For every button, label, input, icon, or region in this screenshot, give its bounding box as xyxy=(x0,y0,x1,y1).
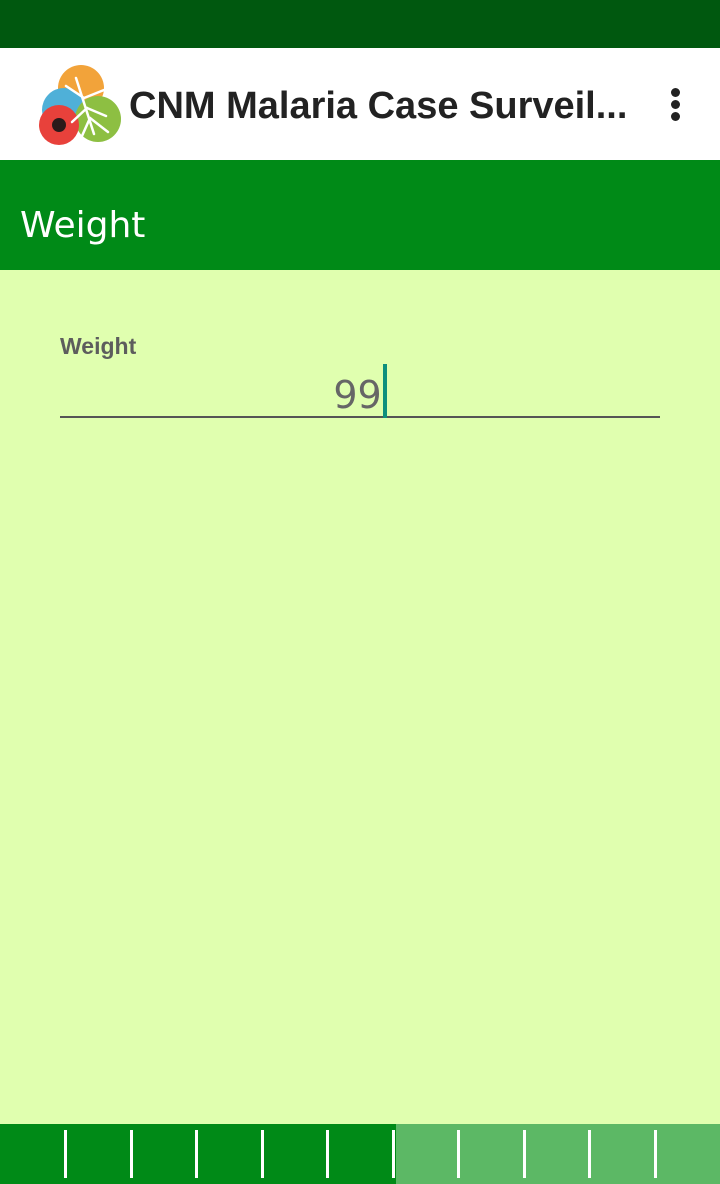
progress-segment-divider xyxy=(195,1130,198,1178)
app-bar: CNM Malaria Case Surveil... xyxy=(0,48,720,160)
weight-input[interactable]: 99 xyxy=(60,360,660,418)
progress-bar xyxy=(0,1124,720,1184)
progress-fill xyxy=(0,1124,396,1184)
app-title: CNM Malaria Case Surveil... xyxy=(129,85,628,127)
section-title: Weight xyxy=(20,205,146,246)
progress-segment-divider xyxy=(261,1130,264,1178)
status-bar xyxy=(0,0,720,48)
text-caret xyxy=(382,364,387,418)
weight-value-text: 99 xyxy=(333,373,382,417)
progress-segment-divider xyxy=(654,1130,657,1178)
progress-segment-divider xyxy=(457,1130,460,1178)
progress-segment-divider xyxy=(523,1130,526,1178)
progress-segment-divider xyxy=(392,1130,395,1178)
more-vert-icon[interactable] xyxy=(656,84,696,124)
progress-segment-divider xyxy=(64,1130,67,1178)
malaria-logo-icon xyxy=(36,64,124,148)
progress-segment-divider xyxy=(588,1130,591,1178)
progress-segment-divider xyxy=(326,1130,329,1178)
progress-segment-divider xyxy=(130,1130,133,1178)
weight-label: Weight xyxy=(60,333,137,359)
weight-value[interactable]: 99 xyxy=(60,364,660,418)
